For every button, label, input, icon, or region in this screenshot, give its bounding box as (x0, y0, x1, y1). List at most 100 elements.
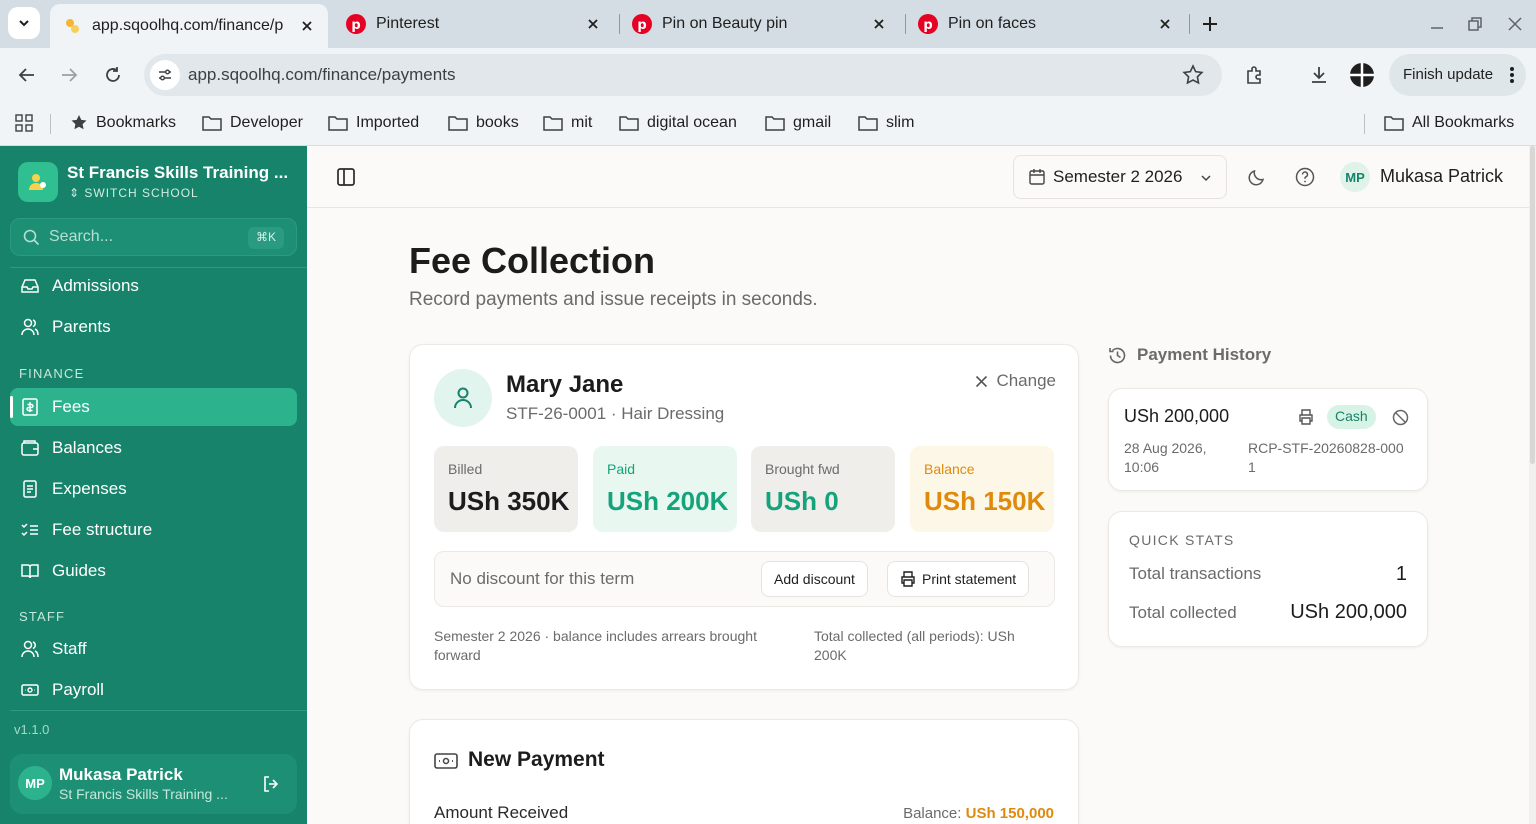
close-tab-icon[interactable] (1156, 15, 1174, 33)
payment-history-title: Payment History (1137, 345, 1272, 364)
sidebar-search-input[interactable]: Search... ⌘K (10, 218, 297, 256)
bookmark-star-icon[interactable] (1182, 64, 1204, 86)
scrollbar-thumb[interactable] (1530, 146, 1535, 464)
payment-date: 28 Aug 2026, 10:06 (1124, 440, 1207, 475)
semester-select[interactable]: Semester 2 2026 (1013, 155, 1227, 199)
browser-tab-pinterest[interactable]: p Pinterest (334, 6, 614, 42)
school-name: St Francis Skills Training ... (67, 163, 289, 182)
sidebar-item-staff[interactable]: Staff (10, 630, 297, 668)
bookmark-folder-digital-ocean[interactable]: digital ocean (619, 111, 737, 135)
sidebar-item-label: Fee structure (52, 520, 153, 539)
bookmark-label: slim (886, 114, 915, 131)
balance-prefix: Balance: (903, 805, 966, 822)
stat-billed: Billed USh 350K (434, 446, 578, 532)
total-collected-note: Total collected (all periods): USh 200K (814, 628, 1015, 663)
sidebar-item-admissions[interactable]: Admissions (10, 267, 297, 305)
sidebar-section-finance: FINANCE (19, 366, 85, 381)
downloads-button[interactable] (1304, 60, 1334, 90)
tab-divider (1189, 14, 1190, 34)
new-tab-button[interactable] (1195, 9, 1225, 39)
sidebar-item-payroll[interactable]: Payroll (10, 671, 297, 709)
sidebar-item-balances[interactable]: Balances (10, 429, 297, 467)
user-name: Mukasa Patrick (59, 765, 183, 784)
payment-entry[interactable]: USh 200,000 Cash 28 Aug 2026, 10:06 RCP-… (1108, 388, 1428, 491)
bookmark-label: All Bookmarks (1412, 114, 1515, 131)
sidebar-user-card[interactable]: MP Mukasa Patrick St Francis Skills Trai… (10, 754, 297, 814)
pinterest-icon: p (346, 14, 366, 34)
bookmark-folder-books[interactable]: books (448, 111, 519, 135)
browser-tab-faces-pin[interactable]: p Pin on faces (906, 6, 1186, 42)
sidebar-item-fee-structure[interactable]: Fee structure (10, 511, 297, 549)
more-vertical-icon[interactable] (1510, 66, 1514, 88)
page-scrollbar[interactable] (1529, 146, 1536, 824)
printer-icon[interactable] (1298, 409, 1314, 425)
close-tab-icon[interactable] (870, 15, 888, 33)
address-bar[interactable]: app.sqoolhq.com/finance/payments (144, 54, 1222, 96)
forward-button[interactable] (54, 60, 84, 90)
school-switcher[interactable]: St Francis Skills Training ... ⇕ SWITCH … (18, 162, 298, 202)
print-statement-button[interactable]: Print statement (887, 561, 1030, 597)
sidebar-item-fees[interactable]: Fees (10, 388, 297, 426)
tab-search-button[interactable] (8, 7, 40, 39)
finish-update-button[interactable]: Finish update (1389, 54, 1526, 96)
header-user-name[interactable]: Mukasa Patrick (1380, 166, 1503, 187)
bookmark-folder-slim[interactable]: slim (858, 111, 914, 135)
browser-tab-sqoolhq[interactable]: app.sqoolhq.com/finance/p (50, 4, 328, 48)
term-note: Semester 2 2026 · balance includes arrea… (434, 628, 757, 663)
bookmarks-bar: Bookmarks Developer Imported books mit d… (0, 102, 1536, 146)
stat-balance: Balance USh 150K (910, 446, 1054, 532)
bookmark-bookmarks[interactable]: Bookmarks (70, 111, 176, 135)
chevrons-up-down-icon: ⇕ (69, 186, 85, 200)
student-avatar (434, 369, 492, 427)
close-tab-icon[interactable] (298, 17, 316, 35)
change-student-button[interactable]: Change (975, 371, 1056, 391)
bookmark-folder-imported[interactable]: Imported (328, 111, 419, 135)
document-icon (23, 480, 37, 498)
sidebar-toggle-icon[interactable] (335, 166, 357, 188)
help-icon[interactable] (1295, 167, 1315, 187)
printer-icon (901, 571, 915, 587)
student-name: Mary Jane (506, 371, 624, 398)
folder-icon (1384, 116, 1404, 131)
sidebar-item-expenses[interactable]: Expenses (10, 470, 297, 508)
sidebar-item-parents[interactable]: Parents (10, 308, 297, 346)
sidebar-item-label: Admissions (52, 276, 139, 295)
tab-title: app.sqoolhq.com/finance/p (92, 17, 284, 34)
moon-icon[interactable] (1247, 167, 1267, 187)
void-icon[interactable] (1392, 409, 1409, 426)
change-label: Change (996, 371, 1056, 390)
sidebar-item-guides[interactable]: Guides (10, 552, 297, 590)
sidebar-item-label: Expenses (52, 479, 127, 498)
quick-stat-label: Total collected (1129, 603, 1237, 622)
logout-icon[interactable] (261, 774, 281, 794)
stat-brought-forward: Brought fwd USh 0 (751, 446, 895, 532)
close-tab-icon[interactable] (584, 15, 602, 33)
bookmark-folder-gmail[interactable]: gmail (765, 111, 831, 135)
site-info-icon[interactable] (150, 60, 180, 90)
payment-method-badge: Cash (1327, 405, 1376, 429)
bookmark-folder-mit[interactable]: mit (543, 111, 592, 135)
restore-window-button[interactable] (1463, 12, 1487, 36)
tab-title: Pin on faces (948, 15, 1037, 32)
reload-button[interactable] (98, 60, 128, 90)
add-discount-button[interactable]: Add discount (761, 561, 868, 597)
folder-icon (202, 116, 222, 131)
bookmarks-divider (50, 114, 51, 134)
school-logo-icon (18, 162, 58, 202)
semester-value: Semester 2 2026 (1053, 167, 1183, 186)
minimize-window-button[interactable] (1425, 12, 1449, 36)
close-window-button[interactable] (1503, 12, 1527, 36)
app-version: v1.1.0 (14, 722, 50, 737)
all-bookmarks-button[interactable]: All Bookmarks (1384, 111, 1514, 135)
profile-button[interactable] (1347, 60, 1377, 90)
avatar[interactable]: MP (1340, 162, 1370, 192)
bookmark-folder-developer[interactable]: Developer (202, 111, 303, 135)
extensions-button[interactable] (1240, 60, 1270, 90)
switch-school-label[interactable]: ⇕ SWITCH SCHOOL (69, 186, 199, 200)
calendar-icon (1029, 169, 1045, 185)
back-button[interactable] (12, 60, 42, 90)
apps-grid-icon[interactable] (15, 111, 41, 135)
quick-stat-value: 1 (1395, 563, 1407, 585)
users-icon (21, 318, 39, 336)
browser-tab-beauty-pin[interactable]: p Pin on Beauty pin (620, 6, 900, 42)
